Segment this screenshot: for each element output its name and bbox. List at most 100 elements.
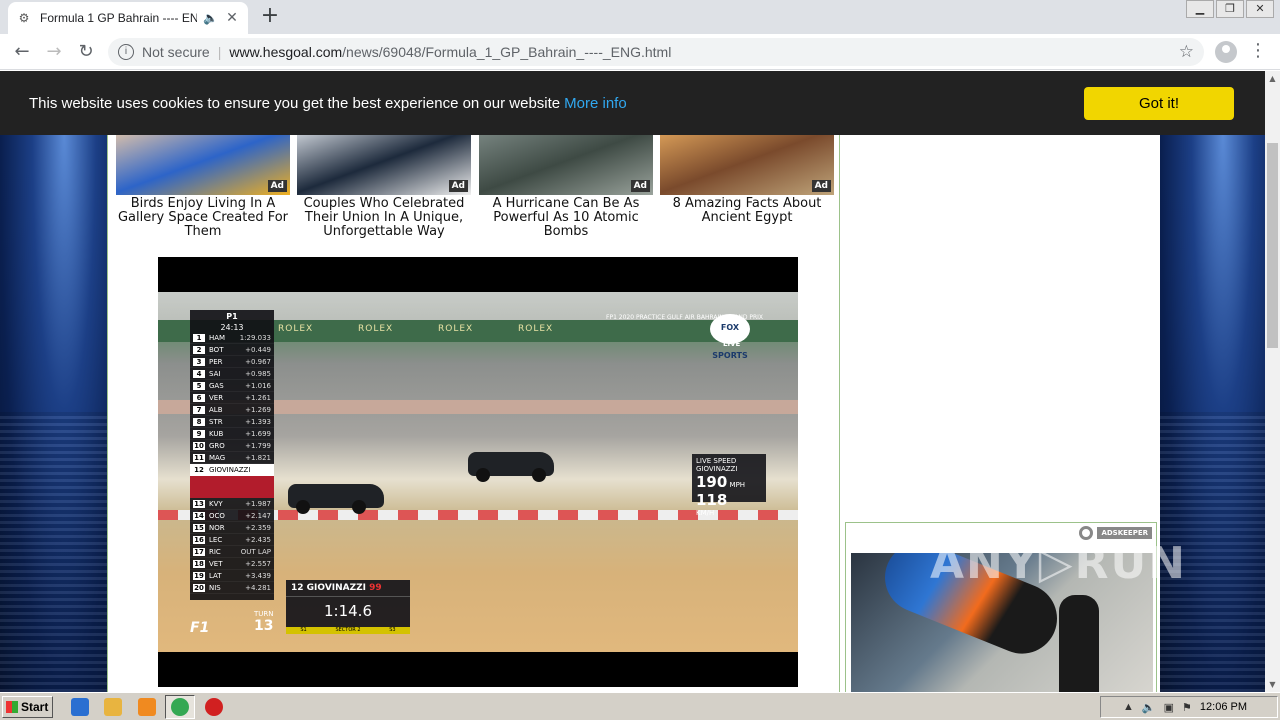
position: 16: [193, 535, 205, 544]
driver: LEC: [209, 535, 223, 544]
leaderboard-row: 11 MAG +1.821: [190, 452, 274, 464]
speaker-icon[interactable]: 🔈: [203, 11, 218, 25]
leaderboard-row: 13 KVY +1.987: [190, 498, 274, 510]
ie-icon[interactable]: [71, 698, 89, 716]
position: 8: [193, 417, 205, 426]
minimize-button[interactable]: ▁: [1186, 0, 1214, 18]
driver: ALB: [209, 405, 223, 414]
position: 4: [193, 369, 205, 378]
lap-driver: 12 GIOVINAZZI 99: [286, 580, 410, 597]
speed-driver: GIOVINAZZI: [696, 465, 738, 473]
video-player[interactable]: ROLEX ROLEX ROLEX ROLEX FP1 2020 PRACTIC…: [158, 257, 798, 687]
volume-icon[interactable]: 🔈: [1142, 701, 1156, 714]
browser-menu-button[interactable]: ⋮: [1248, 40, 1268, 64]
stop-icon[interactable]: [205, 698, 223, 716]
position: 17: [193, 547, 205, 556]
clock[interactable]: 12:06 PM: [1200, 701, 1247, 713]
start-button[interactable]: Start: [2, 696, 53, 718]
timing-tower: P1 24:13 1 HAM 1:29.033 2 BOT +0.449 3 PER +0.96…: [190, 310, 274, 600]
got-it-button[interactable]: Got it!: [1084, 87, 1234, 120]
ad-tile-caption[interactable]: Couples Who Celebrated Their Union In A …: [297, 197, 471, 239]
gap: +1.799: [245, 441, 271, 450]
live-speed-panel: LIVE SPEED GIOVINAZZI 190 MPH 118 KM/H: [692, 454, 766, 517]
position: 11: [193, 453, 205, 462]
position: 6: [193, 393, 205, 402]
gap: +0.449: [245, 345, 271, 354]
session-clock: 24:13: [220, 323, 244, 332]
driver: NIS: [209, 583, 221, 592]
ad-tile-image[interactable]: Ad: [479, 127, 653, 195]
bookmark-star-icon[interactable]: ☆: [1179, 42, 1194, 62]
gap: +1.393: [245, 417, 271, 426]
gap: +4.281: [245, 583, 271, 592]
ad-badge: Ad: [448, 180, 468, 192]
tray-arrow-icon[interactable]: ▲: [1123, 701, 1134, 713]
ad-tile-image[interactable]: Ad: [660, 127, 834, 195]
rolex-board: ROLEX: [438, 324, 474, 334]
gap: 1:29.033: [239, 333, 271, 342]
reload-button[interactable]: ↻: [74, 40, 98, 64]
driver: GIOVINAZZI: [209, 465, 251, 474]
security-label: Not secure: [142, 44, 210, 60]
ad-tile-caption[interactable]: A Hurricane Can Be As Powerful As 10 Ato…: [479, 197, 653, 239]
chrome-icon[interactable]: [171, 698, 189, 716]
ad-tile[interactable]: Ad Birds Enjoy Living In A Gallery Space…: [116, 127, 290, 239]
stadium-background-right: [1160, 71, 1265, 692]
position: 5: [193, 381, 205, 390]
video-frame[interactable]: ROLEX ROLEX ROLEX ROLEX FP1 2020 PRACTIC…: [158, 292, 798, 652]
restore-button[interactable]: ❐: [1216, 0, 1244, 18]
lap-time-panel: 12 GIOVINAZZI 99 1:14.6 S1 SECTOR 2 S3: [286, 580, 410, 634]
ad-badge: Ad: [267, 180, 287, 192]
speed-kmh: 190: [696, 473, 728, 491]
address-separator: |: [217, 44, 222, 60]
driver: GRO: [209, 441, 225, 450]
back-button[interactable]: ←: [10, 40, 34, 64]
ad-tile-image[interactable]: Ad: [116, 127, 290, 195]
web-page: Ad Birds Enjoy Living In A Gallery Space…: [0, 71, 1265, 692]
driver: GAS: [209, 381, 224, 390]
position: 9: [193, 429, 205, 438]
profile-avatar[interactable]: [1215, 41, 1237, 63]
network-icon[interactable]: ▣: [1164, 701, 1174, 714]
scroll-up-arrow[interactable]: ▲: [1265, 71, 1280, 86]
window-controls: ▁ ❐ ✕: [1184, 0, 1274, 18]
windows-taskbar: Start ▲ 🔈 ▣ ⚑ 12:06 PM: [0, 692, 1280, 720]
leaderboard-row: 19 LAT +3.439: [190, 570, 274, 582]
close-window-button[interactable]: ✕: [1246, 0, 1274, 18]
system-tray: ▲ 🔈 ▣ ⚑ 12:06 PM: [1100, 696, 1278, 718]
info-icon[interactable]: i: [118, 44, 134, 60]
scroll-thumb[interactable]: [1267, 143, 1278, 348]
f1-logo: F1: [190, 620, 210, 636]
forward-button[interactable]: →: [42, 40, 66, 64]
vertical-scrollbar[interactable]: ▲ ▼: [1265, 71, 1280, 692]
anyrun-watermark: ANY▷RUN: [930, 538, 1188, 589]
ad-tile-caption[interactable]: Birds Enjoy Living In A Gallery Space Cr…: [116, 197, 290, 239]
media-player-icon[interactable]: [138, 698, 156, 716]
address-bar[interactable]: i Not secure | www.hesgoal.com/news/6904…: [108, 38, 1204, 66]
flag-icon[interactable]: ⚑: [1182, 701, 1192, 714]
more-info-link[interactable]: More info: [564, 95, 627, 112]
browser-tab[interactable]: ⚙ Formula 1 GP Bahrain ---- ENG - 🔈 ✕: [8, 2, 248, 34]
driver: PER: [209, 357, 223, 366]
gap: +1.016: [245, 381, 271, 390]
position: 1: [193, 333, 205, 342]
race-car: [288, 484, 384, 514]
explorer-icon[interactable]: [104, 698, 122, 716]
session-label: P1: [226, 312, 238, 321]
tab-close-button[interactable]: ✕: [224, 10, 240, 26]
position: 3: [193, 357, 205, 366]
ad-tile[interactable]: Ad Couples Who Celebrated Their Union In…: [297, 127, 471, 239]
ad-tile[interactable]: Ad A Hurricane Can Be As Powerful As 10 …: [479, 127, 653, 239]
position: 18: [193, 559, 205, 568]
live-label: LIVE: [723, 340, 741, 348]
scroll-down-arrow[interactable]: ▼: [1265, 677, 1280, 692]
ad-tile-caption[interactable]: 8 Amazing Facts About Ancient Egypt: [660, 197, 834, 225]
rolex-board: ROLEX: [358, 324, 394, 334]
driver: VET: [209, 559, 223, 568]
ad-tile[interactable]: Ad 8 Amazing Facts About Ancient Egypt: [660, 127, 834, 225]
new-tab-button[interactable]: +: [258, 5, 282, 28]
ad-tile-image[interactable]: Ad: [297, 127, 471, 195]
ad-badge: Ad: [630, 180, 650, 192]
browser-toolbar: ← → ↻ i Not secure | www.hesgoal.com/new…: [0, 34, 1280, 70]
position: 10: [193, 441, 205, 450]
